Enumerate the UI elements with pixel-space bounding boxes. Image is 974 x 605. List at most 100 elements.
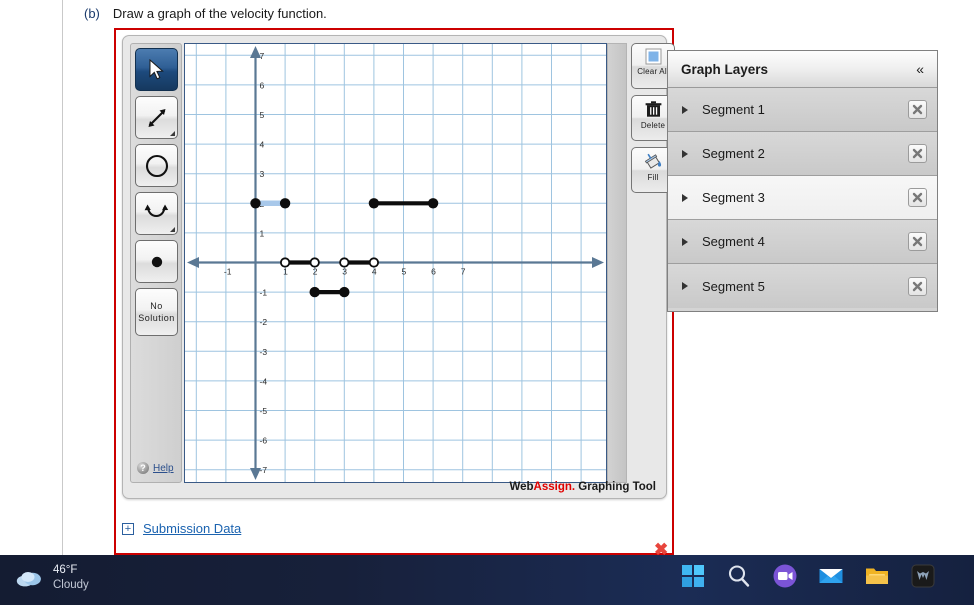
layer-label: Segment 5	[702, 278, 765, 294]
search-icon[interactable]	[726, 563, 752, 589]
delete-layer-icon[interactable]	[908, 188, 927, 207]
predator-icon[interactable]	[910, 563, 936, 589]
svg-text:-1: -1	[224, 267, 232, 277]
filled-dot-icon	[151, 256, 162, 267]
layer-label: Segment 1	[702, 102, 765, 117]
delete-label: Delete	[640, 121, 666, 130]
no-solution-button[interactable]: No Solution	[135, 288, 178, 336]
layer-row[interactable]: Segment 5	[668, 264, 937, 308]
graph-layers-header: Graph Layers «	[668, 51, 937, 88]
webassign-watermark: WebAssign. Graphing Tool	[509, 481, 656, 493]
layer-row[interactable]: Segment 3	[668, 176, 937, 220]
page-margin-rule	[62, 0, 63, 555]
graphing-tool: No Solution ? Help -112345677654321-1-2-…	[122, 35, 675, 499]
graph-scrollbar[interactable]	[607, 43, 627, 483]
layer-row[interactable]: Segment 2	[668, 132, 937, 176]
trash-can-icon	[645, 101, 661, 117]
circle-tool[interactable]	[135, 144, 178, 187]
start-icon[interactable]	[680, 563, 706, 589]
graph-canvas[interactable]: -112345677654321-1-2-3-4-5-6-7	[184, 43, 607, 483]
svg-text:1: 1	[260, 228, 265, 238]
svg-text:-4: -4	[260, 376, 268, 386]
help-link[interactable]: ? Help	[137, 462, 174, 474]
point-tool[interactable]	[135, 240, 178, 283]
submission-data-link[interactable]: Submission Data	[143, 521, 241, 536]
question-text: Draw a graph of the velocity function.	[112, 6, 327, 21]
file-explorer-icon[interactable]	[864, 563, 890, 589]
svg-text:-2: -2	[260, 317, 268, 327]
screen: (b) Draw a graph of the velocity function…	[0, 0, 974, 605]
no-solution-line1: No	[150, 301, 163, 311]
svg-text:-1: -1	[260, 288, 268, 298]
expand-layer-icon[interactable]	[682, 282, 688, 290]
layer-label: Segment 2	[702, 146, 765, 161]
no-solution-line2: Solution	[138, 313, 175, 323]
cloud-icon	[16, 571, 41, 586]
paint-bucket-icon	[644, 153, 662, 169]
svg-text:1: 1	[283, 267, 288, 277]
svg-text:-3: -3	[260, 347, 268, 357]
delete-layer-icon[interactable]	[908, 276, 927, 296]
double-arrow-line-icon	[148, 108, 165, 127]
svg-text:-6: -6	[260, 436, 268, 446]
watermark-part3: Graphing Tool	[575, 481, 656, 493]
watermark-part1: Web	[509, 481, 534, 493]
delete-layer-icon[interactable]	[908, 144, 927, 163]
delete-layer-icon[interactable]	[908, 232, 927, 251]
weather-condition: Cloudy	[53, 579, 89, 591]
pointer-tool[interactable]	[135, 48, 178, 91]
clear-all-label: Clear All	[637, 67, 669, 76]
submission-data-row: + Submission Data	[122, 521, 241, 536]
svg-text:7: 7	[461, 267, 466, 277]
parabola-arrows-icon	[144, 204, 169, 218]
expand-layer-icon[interactable]	[682, 193, 688, 202]
expand-layer-icon[interactable]	[682, 149, 688, 158]
svg-text:4: 4	[372, 267, 377, 277]
svg-text:7: 7	[260, 51, 265, 61]
svg-text:6: 6	[260, 80, 265, 90]
svg-text:3: 3	[342, 267, 347, 277]
delete-layer-icon[interactable]	[908, 100, 927, 119]
svg-text:5: 5	[260, 110, 265, 120]
expand-layer-icon[interactable]	[682, 105, 688, 114]
weather-temp: 46°F	[53, 564, 78, 576]
svg-text:-5: -5	[260, 406, 268, 416]
taskbar: 46°F Cloudy	[0, 555, 974, 605]
svg-text:2: 2	[313, 267, 318, 277]
svg-text:4: 4	[260, 140, 265, 150]
svg-text:3: 3	[260, 169, 265, 179]
layer-label: Segment 3	[702, 190, 765, 205]
svg-text:-7: -7	[260, 465, 268, 475]
tool-expand-corner[interactable]	[170, 131, 175, 136]
expand-submission-icon[interactable]: +	[122, 522, 134, 535]
svg-text:6: 6	[431, 267, 436, 277]
tool-expand-corner[interactable]	[170, 227, 175, 232]
question-label: (b)	[84, 6, 100, 21]
tool-palette: No Solution ? Help	[130, 43, 182, 483]
curve-tool[interactable]	[135, 192, 178, 235]
question-mark-icon: ?	[137, 462, 149, 474]
arrow-cursor-icon	[149, 59, 164, 80]
expand-layer-icon[interactable]	[682, 237, 688, 246]
graph-plot[interactable]: -112345677654321-1-2-3-4-5-6-7	[185, 44, 606, 482]
circle-outline-icon	[145, 154, 168, 177]
fill-label: Fill	[647, 173, 659, 182]
layer-label: Segment 4	[702, 234, 765, 249]
weather-widget[interactable]: 46°F Cloudy	[16, 563, 89, 593]
segment-tool[interactable]	[135, 96, 178, 139]
question-prompt: (b) Draw a graph of the velocity function…	[84, 6, 327, 21]
blue-square-icon	[645, 48, 661, 65]
layer-row[interactable]: Segment 1	[668, 88, 937, 132]
taskbar-icons	[680, 563, 936, 589]
svg-text:5: 5	[402, 267, 407, 277]
graph-layers-title: Graph Layers	[681, 61, 769, 77]
chat-icon[interactable]	[772, 563, 798, 589]
layer-row[interactable]: Segment 4	[668, 220, 937, 264]
mail-icon[interactable]	[818, 563, 844, 589]
watermark-part2: Assign.	[533, 481, 576, 493]
help-label: Help	[153, 462, 174, 474]
graph-layers-panel: Graph Layers « Segment 1 Segment 2 Segment…	[667, 50, 938, 312]
weather-text: 46°F Cloudy	[53, 563, 89, 593]
graph-layers-list: Segment 1 Segment 2 Segment 3 Segment 4 Segm…	[668, 88, 937, 308]
collapse-panel-icon[interactable]: «	[916, 62, 924, 76]
